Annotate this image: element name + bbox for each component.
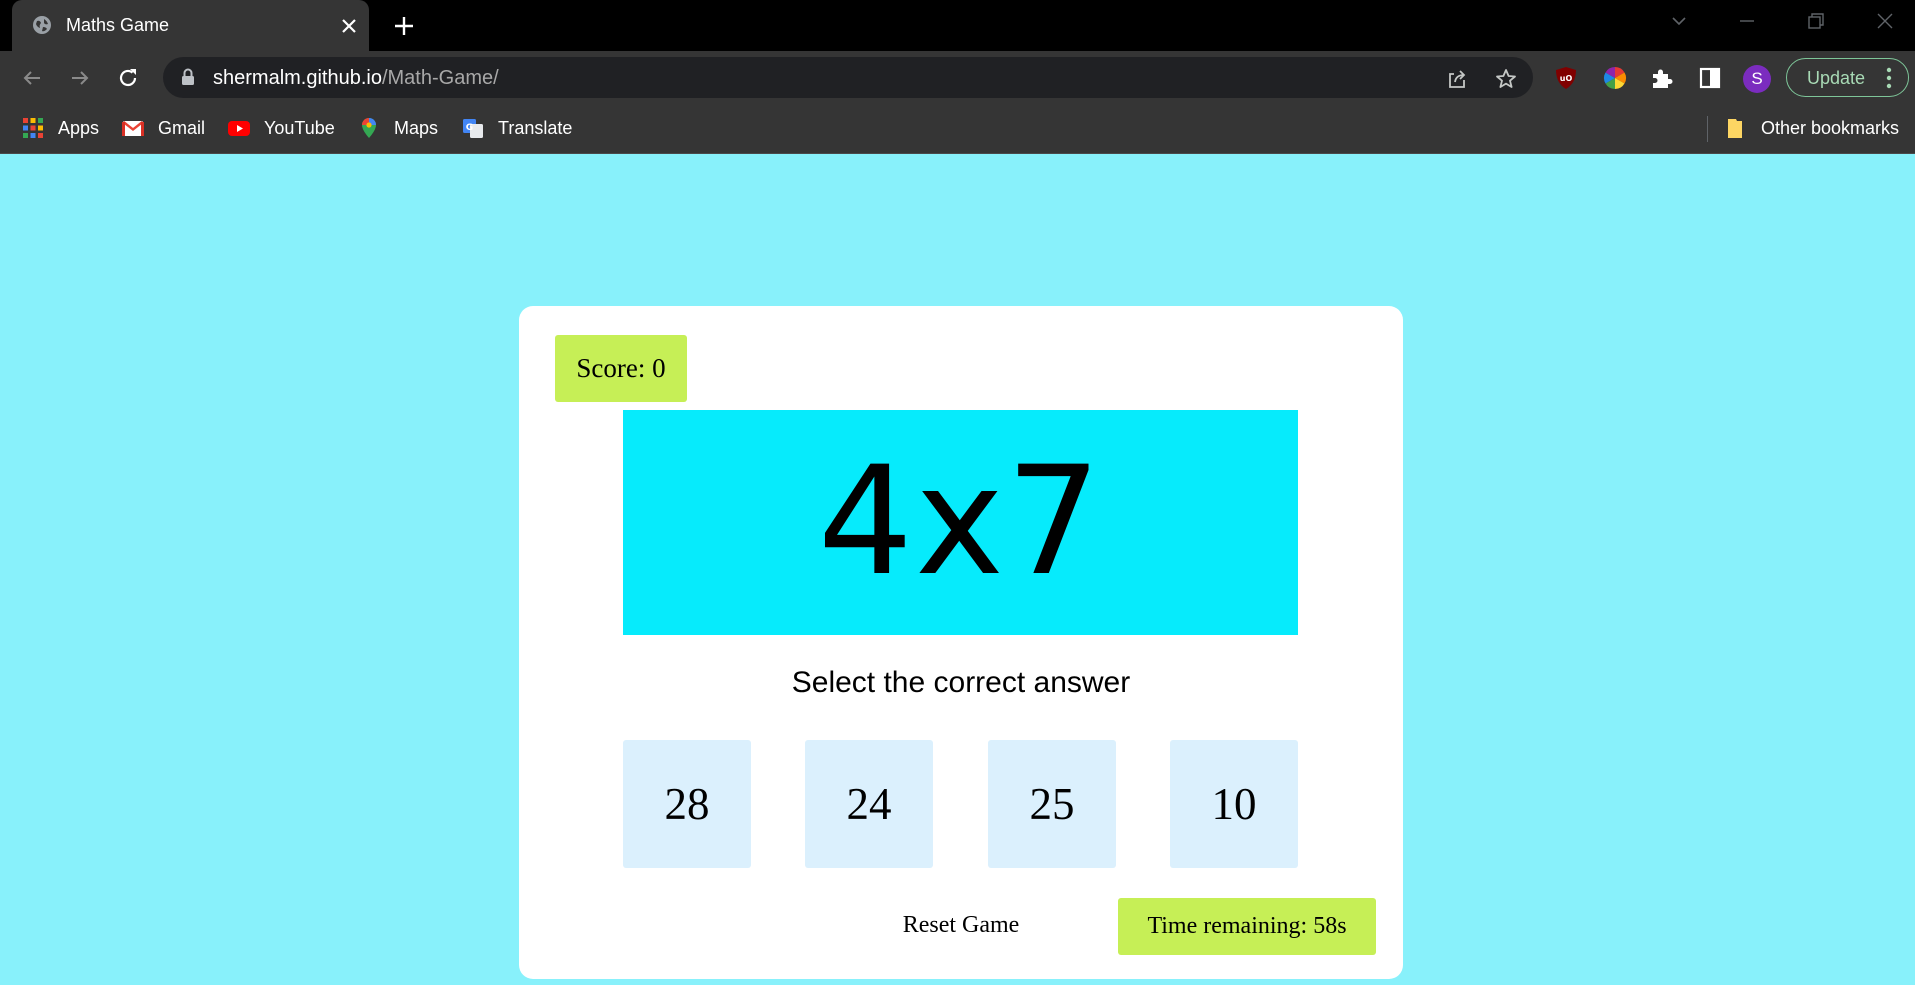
new-tab-icon[interactable] — [392, 14, 416, 38]
tab-title: Maths Game — [66, 15, 170, 35]
translate-icon: G — [463, 119, 483, 138]
bookmark-label: YouTube — [264, 118, 335, 138]
maps-pin-icon — [362, 118, 376, 138]
address-bar[interactable]: shermalm.github.io/Math-Game/ — [163, 57, 1533, 98]
reset-game-button[interactable]: Reset Game — [871, 912, 1051, 939]
gmail-icon — [122, 121, 144, 136]
browser-toolbar: shermalm.github.io/Math-Game/ uO S Updat… — [0, 51, 1915, 104]
bookmark-label: Apps — [58, 118, 100, 138]
svg-text:uO: uO — [1560, 74, 1573, 83]
bookmark-label: Other bookmarks — [1761, 118, 1900, 138]
close-tab-icon[interactable] — [338, 15, 360, 37]
bookmark-label: Maps — [394, 118, 439, 138]
score-badge: Score: 0 — [555, 335, 687, 402]
back-arrow-icon[interactable] — [20, 66, 44, 90]
folder-icon — [1728, 119, 1742, 138]
answer-choice-4[interactable]: 10 — [1170, 740, 1298, 868]
game-card: Score: 0 4x7 Select the correct answer 2… — [519, 306, 1403, 979]
ublock-origin-icon[interactable]: uO — [1553, 65, 1579, 91]
instruction-text: Select the correct answer — [791, 666, 1131, 699]
bookmarks-divider — [1707, 116, 1708, 142]
restore-icon[interactable] — [1805, 10, 1827, 32]
answer-choice-3[interactable]: 25 — [988, 740, 1116, 868]
lock-icon[interactable] — [181, 68, 195, 86]
profile-avatar[interactable]: S — [1743, 65, 1771, 93]
forward-arrow-icon[interactable] — [68, 66, 92, 90]
url-host: shermalm.github.io — [213, 67, 382, 89]
minimize-icon[interactable] — [1736, 10, 1758, 32]
apps-grid-icon — [23, 118, 43, 138]
url-path: /Math-Game/ — [381, 67, 499, 89]
bookmark-label: Gmail — [158, 118, 206, 138]
tab-search-chevron-icon[interactable] — [1668, 10, 1690, 32]
answer-choice-2[interactable]: 24 — [805, 740, 933, 868]
more-vertical-icon[interactable] — [1886, 67, 1892, 89]
extensions-puzzle-icon[interactable] — [1649, 65, 1675, 91]
url-text[interactable]: shermalm.github.io/Math-Game/ — [213, 67, 499, 90]
time-remaining-badge: Time remaining: 58s — [1118, 898, 1376, 955]
close-window-icon[interactable] — [1874, 10, 1896, 32]
svg-text:G: G — [466, 123, 473, 133]
tab-strip: Maths Game — [0, 0, 1915, 51]
color-wheel-extension-icon[interactable] — [1602, 65, 1628, 91]
side-panel-icon[interactable] — [1697, 65, 1723, 91]
share-icon[interactable] — [1445, 67, 1469, 91]
bookmark-star-icon[interactable] — [1494, 67, 1518, 91]
globe-icon — [33, 16, 51, 34]
bookmarks-bar: Apps Gmail YouTube Maps G Translate Othe… — [0, 104, 1915, 154]
bookmark-label: Translate — [498, 118, 573, 138]
question-display: 4x7 — [623, 410, 1298, 635]
browser-tab[interactable]: Maths Game — [12, 0, 369, 51]
update-label: Update — [1807, 68, 1866, 88]
update-button[interactable]: Update — [1786, 58, 1909, 97]
answer-choice-1[interactable]: 28 — [623, 740, 751, 868]
youtube-icon — [228, 121, 250, 136]
reload-icon[interactable] — [116, 66, 140, 90]
